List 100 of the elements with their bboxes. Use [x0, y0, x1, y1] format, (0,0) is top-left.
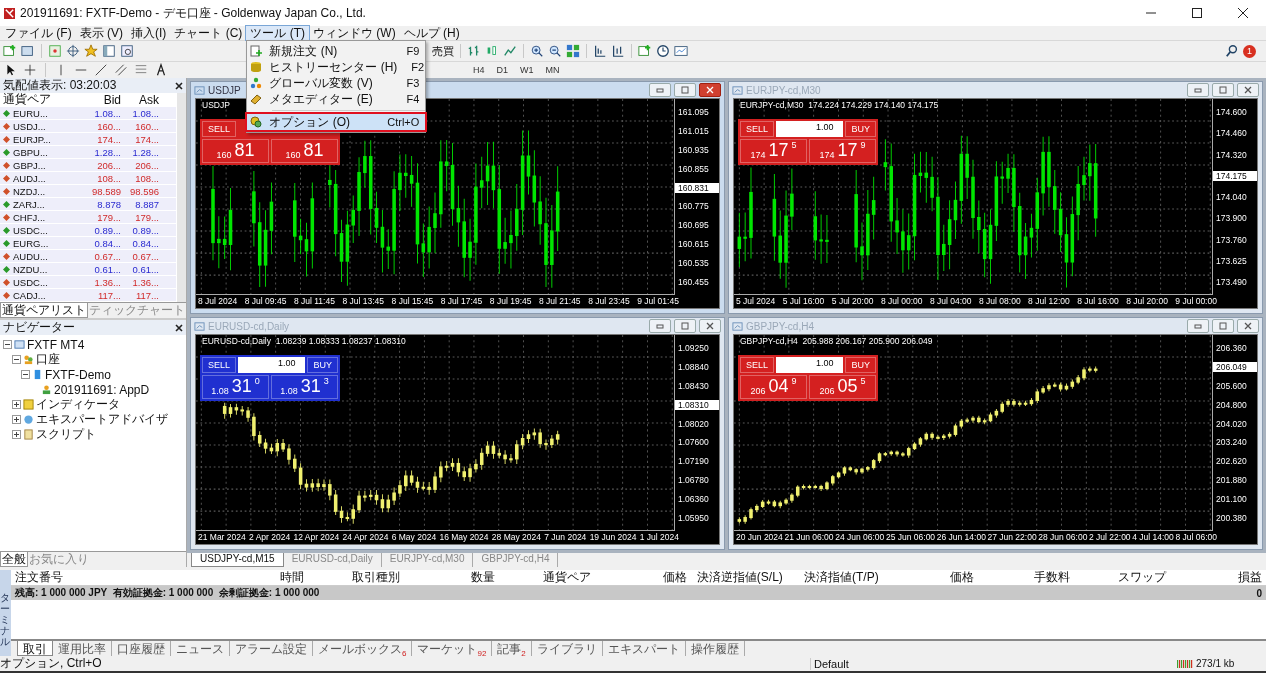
menu-item[interactable]: ファイル (F)	[1, 26, 76, 40]
menu-item[interactable]: チャート (C)	[170, 26, 247, 40]
symbol-cell[interactable]: GBPU...	[13, 146, 48, 158]
column-header[interactable]: 通貨ペア	[499, 569, 596, 586]
lot-field[interactable]: 1.00	[776, 357, 844, 373]
symbol-cell[interactable]: USDC...	[13, 224, 48, 236]
tree-item[interactable]: インディケータ	[36, 396, 120, 413]
symbol-cell[interactable]: CADJ...	[13, 289, 46, 301]
symbol-cell[interactable]: EURU...	[13, 107, 48, 119]
new-chart-icon[interactable]	[3, 44, 17, 58]
sell-button[interactable]: SELL	[202, 121, 237, 137]
crosshair-icon[interactable]	[23, 63, 37, 77]
scrollbar[interactable]	[177, 93, 186, 302]
buy-button[interactable]: BUY	[307, 357, 338, 373]
chart-tab[interactable]: USDJPY-cd,M15	[191, 553, 284, 567]
tree-item[interactable]: 口座	[36, 351, 60, 368]
column-header[interactable]: Ask	[121, 93, 159, 107]
candlestick-icon[interactable]	[485, 44, 499, 58]
column-header[interactable]: 損益	[1170, 569, 1266, 586]
window-icon[interactable]	[102, 44, 116, 58]
tree-item[interactable]: FXTF-Demo	[45, 367, 111, 382]
column-header[interactable]: 手数料	[978, 569, 1075, 586]
close-button[interactable]	[1237, 83, 1259, 97]
symbol-cell[interactable]: NZDJ...	[13, 185, 46, 197]
zoom-in-icon[interactable]	[530, 44, 544, 58]
symbol-cell[interactable]: USDJ...	[13, 120, 46, 132]
menu-item[interactable]: グローバル変数 (V) F3	[247, 75, 426, 91]
close-button[interactable]	[1237, 319, 1259, 333]
star-icon[interactable]	[84, 44, 98, 58]
lot-field[interactable]: 1.00	[776, 121, 844, 137]
close-icon[interactable]	[175, 81, 183, 90]
column-header[interactable]: 取引種別	[307, 569, 404, 586]
terminal-tab[interactable]: 取引	[17, 641, 53, 656]
symbol-cell[interactable]: CHFJ...	[13, 211, 46, 223]
symbol-cell[interactable]: AUDU...	[13, 250, 48, 262]
panel-tab[interactable]: 全般	[0, 552, 28, 567]
text-tool-icon[interactable]	[154, 63, 168, 77]
column-header[interactable]: 通貨ペア	[0, 93, 83, 108]
search-icon[interactable]	[1225, 44, 1239, 58]
buy-button[interactable]: BUY	[845, 121, 876, 137]
lot-field[interactable]: 1.00	[238, 357, 306, 373]
timeframe-button[interactable]: D1	[493, 65, 512, 75]
symbol-cell[interactable]: USDC...	[13, 276, 48, 288]
zoom-out-icon[interactable]	[548, 44, 562, 58]
column-header[interactable]: 数量	[403, 569, 500, 586]
buy-button[interactable]: BUY	[845, 357, 876, 373]
menu-item[interactable]: 新規注文 (N) F9	[247, 43, 426, 59]
line-chart-icon[interactable]	[503, 44, 517, 58]
menu-item[interactable]: ヒストリーセンター (H) F2	[247, 59, 426, 75]
column-header[interactable]: 時間	[211, 569, 308, 586]
timeframe-button[interactable]: H4	[470, 65, 488, 75]
sell-button[interactable]: SELL	[740, 121, 775, 137]
template-icon[interactable]	[674, 44, 688, 58]
column-header[interactable]: 決済指値(T/P)	[786, 569, 883, 586]
trend-line-icon[interactable]	[94, 63, 108, 77]
tree-item[interactable]: エキスパートアドバイザ	[36, 411, 168, 428]
market-watch-icon[interactable]	[48, 44, 62, 58]
symbol-cell[interactable]: EURG...	[13, 237, 49, 249]
column-header[interactable]: 注文番号	[11, 569, 212, 586]
toolbar-label[interactable]: 売買	[432, 43, 454, 59]
profiles-icon[interactable]	[21, 44, 35, 58]
tile-icon[interactable]	[566, 44, 580, 58]
collapse-icon[interactable]	[3, 340, 12, 349]
menu-item[interactable]: ヘルプ (H)	[399, 26, 464, 40]
clock-icon[interactable]	[656, 44, 670, 58]
collapse-icon[interactable]	[21, 370, 30, 379]
timeframe-button[interactable]: MN	[542, 65, 563, 75]
tree-item[interactable]: FXTF MT4	[27, 337, 85, 352]
menu-item[interactable]: メタエディター (E) F4	[247, 91, 426, 107]
sell-button[interactable]: SELL	[202, 357, 237, 373]
collapse-icon[interactable]	[12, 355, 21, 364]
crosshair-icon[interactable]	[66, 44, 80, 58]
close-button[interactable]	[699, 83, 721, 97]
close-icon[interactable]	[175, 323, 183, 332]
column-header[interactable]: 価格	[595, 569, 691, 586]
column-header[interactable]: 価格	[882, 569, 979, 586]
notification-badge[interactable]: 1	[1243, 44, 1256, 58]
panel-tab[interactable]: 通貨ペアリスト	[0, 303, 88, 318]
menu-item[interactable]: オプション (O) Ctrl+O	[247, 114, 426, 130]
symbol-cell[interactable]: ZARJ...	[13, 198, 45, 210]
expand-icon[interactable]	[12, 400, 21, 409]
tree-item[interactable]: スクリプト	[36, 426, 96, 443]
column-header[interactable]: 決済逆指値(S/L)	[691, 569, 787, 586]
expand-icon[interactable]	[12, 430, 21, 439]
timeframe-button[interactable]: W1	[517, 65, 537, 75]
menu-item[interactable]: ウィンドウ (W)	[309, 26, 400, 40]
menu-item[interactable]: 挿入(I)	[127, 26, 171, 40]
column-header[interactable]: Bid	[83, 93, 121, 107]
symbol-cell[interactable]: AUDJ...	[13, 172, 46, 184]
close-button[interactable]	[699, 319, 721, 333]
tree-item[interactable]: 201911691: AppD	[54, 382, 150, 397]
chart-shift-icon[interactable]	[611, 44, 625, 58]
sell-button[interactable]: SELL	[740, 357, 775, 373]
expand-icon[interactable]	[12, 415, 21, 424]
symbol-cell[interactable]: EURJP...	[13, 133, 51, 145]
autoscroll-icon[interactable]	[593, 44, 607, 58]
column-header[interactable]: スワップ	[1074, 569, 1171, 586]
bar-chart-icon[interactable]	[467, 44, 481, 58]
symbol-cell[interactable]: NZDU...	[13, 263, 48, 275]
menu-item[interactable]: 表示 (V)	[75, 26, 127, 40]
